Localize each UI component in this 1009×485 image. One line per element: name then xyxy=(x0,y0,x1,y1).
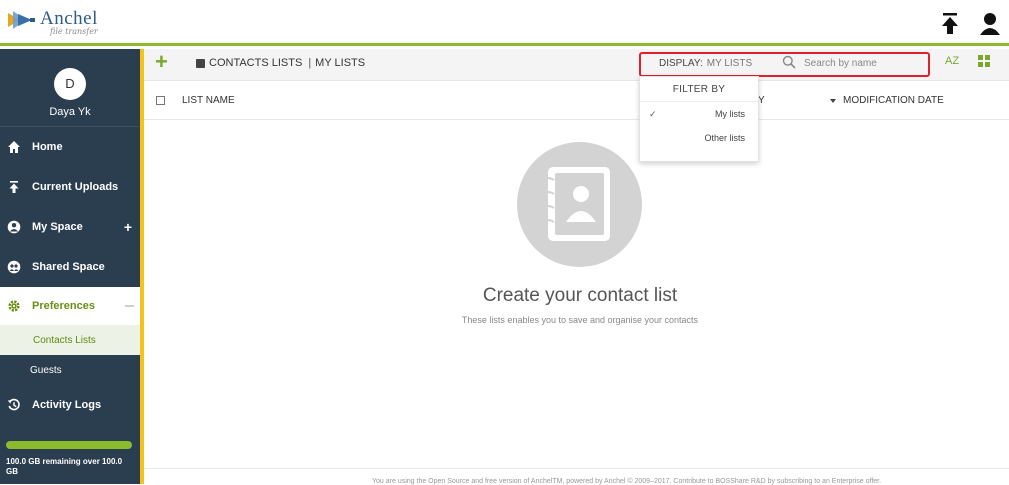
filter-option-label: My lists xyxy=(715,109,745,119)
logo-subtitle: file transfer xyxy=(50,27,98,36)
contact-book-icon xyxy=(517,142,642,267)
main-content: + CONTACTS LISTS | MY LISTS DISPLAY: MY L… xyxy=(144,49,1009,485)
filter-dropdown-title: FILTER BY xyxy=(640,77,758,102)
sort-down-icon xyxy=(830,98,836,103)
breadcrumb-current: MY LISTS xyxy=(315,57,366,69)
footer-divider xyxy=(144,468,1009,469)
filter-dropdown: FILTER BY ✓ My lists Other lists xyxy=(639,76,759,162)
toolbar: + CONTACTS LISTS | MY LISTS DISPLAY: MY L… xyxy=(144,49,1009,81)
avatar[interactable]: D xyxy=(54,68,86,100)
breadcrumb: CONTACTS LISTS | MY LISTS xyxy=(196,57,365,69)
gear-icon xyxy=(8,300,20,312)
sidebar-item-label: Home xyxy=(32,141,63,153)
select-all-checkbox[interactable] xyxy=(156,96,165,105)
sidebar-item-label: My Space xyxy=(32,221,83,233)
table-header: LIST NAME Y MODIFICATION DATE xyxy=(144,82,1009,120)
logo-icon xyxy=(8,11,35,29)
annotation-highlight-box xyxy=(639,52,930,77)
book-icon xyxy=(196,58,205,68)
column-modification-date[interactable]: MODIFICATION DATE xyxy=(830,95,944,106)
breadcrumb-separator: | xyxy=(308,57,312,69)
logo-text: Anchel file transfer xyxy=(40,8,98,37)
person-circle-icon xyxy=(7,220,21,234)
sidebar: D Daya Yk Home Current Uploads My Space … xyxy=(0,49,140,484)
logo-name: Anchel xyxy=(40,8,98,29)
storage-text: 100.0 GB remaining over 100.0 GB xyxy=(6,457,123,476)
user-icon[interactable] xyxy=(979,11,1001,37)
storage-progress-bar xyxy=(6,441,132,449)
sidebar-item-activity-logs[interactable]: Activity Logs xyxy=(0,385,140,425)
filter-option-label: Other lists xyxy=(704,133,745,143)
sidebar-item-label: Shared Space xyxy=(32,261,105,273)
sidebar-item-home[interactable]: Home xyxy=(0,127,140,167)
grid-view-icon[interactable] xyxy=(978,55,990,67)
empty-state-subtitle: These lists enables you to save and orga… xyxy=(461,315,699,325)
sidebar-item-label: Current Uploads xyxy=(32,181,119,193)
sidebar-subitem-label: Guests xyxy=(30,364,62,376)
check-icon: ✓ xyxy=(649,109,657,119)
storage-indicator: 100.0 GB remaining over 100.0 GB xyxy=(6,441,132,477)
sidebar-item-preferences[interactable]: Preferences xyxy=(0,287,140,325)
sidebar-subitem-label: Contacts Lists xyxy=(33,334,96,346)
sidebar-item-shared-space[interactable]: Shared Space xyxy=(0,247,140,287)
filter-option-other-lists[interactable]: Other lists xyxy=(640,126,758,150)
upload-icon[interactable] xyxy=(939,11,961,37)
upload-icon xyxy=(9,181,19,193)
sidebar-subitem-contacts-lists[interactable]: Contacts Lists xyxy=(0,325,140,355)
header-actions xyxy=(939,11,1001,37)
history-icon xyxy=(7,398,20,411)
sidebar-subitem-guests[interactable]: Guests xyxy=(0,355,140,385)
user-name: Daya Yk xyxy=(49,106,91,118)
breadcrumb-root[interactable]: CONTACTS LISTS xyxy=(209,57,302,69)
sidebar-item-current-uploads[interactable]: Current Uploads xyxy=(0,167,140,207)
group-icon xyxy=(7,260,21,274)
sort-az-icon[interactable]: AZ xyxy=(945,55,959,67)
user-profile[interactable]: D Daya Yk xyxy=(0,49,140,127)
collapse-icon[interactable] xyxy=(125,305,134,307)
column-modification-label: MODIFICATION DATE xyxy=(843,95,944,106)
sidebar-item-label: Activity Logs xyxy=(32,399,102,411)
filter-option-my-lists[interactable]: ✓ My lists xyxy=(640,102,758,126)
column-partial[interactable]: Y xyxy=(758,95,765,106)
sidebar-item-label: Preferences xyxy=(32,300,95,312)
home-icon xyxy=(8,141,20,153)
empty-state-title: Create your contact list xyxy=(482,285,678,306)
sidebar-item-my-space[interactable]: My Space + xyxy=(0,207,140,247)
top-header: Anchel file transfer xyxy=(0,0,1009,46)
column-list-name[interactable]: LIST NAME xyxy=(182,95,235,106)
add-list-button[interactable]: + xyxy=(155,51,168,73)
app-logo[interactable]: Anchel file transfer xyxy=(6,8,98,37)
empty-state: Create your contact list These lists ena… xyxy=(144,121,1009,401)
add-space-button[interactable]: + xyxy=(124,219,132,235)
